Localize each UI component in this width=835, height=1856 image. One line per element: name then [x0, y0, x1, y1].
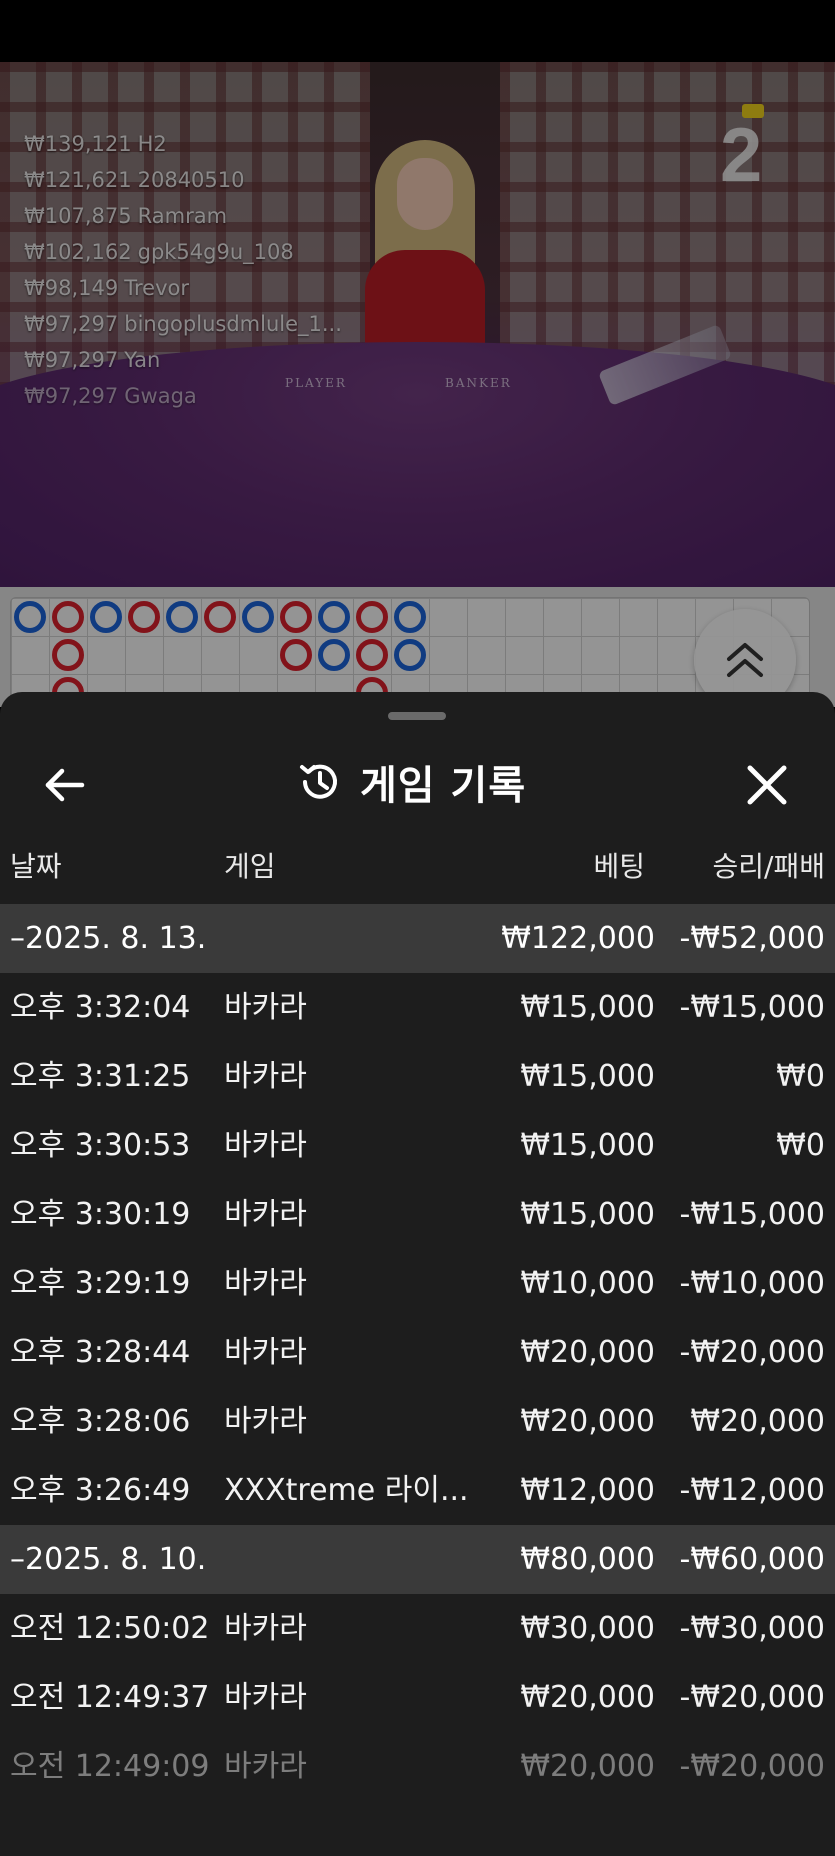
history-clock-icon	[300, 764, 337, 799]
sheet-title-group: 게임 기록	[296, 754, 526, 810]
column-header-win-loss: 승리/패배	[712, 850, 825, 883]
date-group-header[interactable]: –2025. 8. 10. ₩80,000 -₩60,000	[0, 1525, 835, 1594]
history-row[interactable]: 오후 3:29:19 바카라 ₩10,000 -₩10,000	[0, 1249, 835, 1318]
history-row[interactable]: 오후 3:28:06 바카라 ₩20,000 ₩20,000	[0, 1387, 835, 1456]
history-row[interactable]: 오후 3:31:25 바카라 ₩15,000 ₩0	[0, 1042, 835, 1111]
history-table: –2025. 8. 13. ₩122,000 -₩52,000 오후 3:32:…	[0, 904, 835, 1801]
history-row[interactable]: 오전 12:49:37 바카라 ₩20,000 -₩20,000	[0, 1663, 835, 1732]
history-row[interactable]: 오후 3:32:04 바카라 ₩15,000 -₩15,000	[0, 973, 835, 1042]
history-row[interactable]: 오전 12:50:02 바카라 ₩30,000 -₩30,000	[0, 1594, 835, 1663]
history-row[interactable]: 오후 3:30:19 바카라 ₩15,000 -₩15,000	[0, 1180, 835, 1249]
history-row[interactable]: 오후 3:30:53 바카라 ₩15,000 ₩0	[0, 1111, 835, 1180]
back-button[interactable]	[40, 760, 90, 810]
close-button[interactable]	[740, 758, 794, 812]
sheet-drag-handle[interactable]	[388, 712, 446, 720]
close-icon	[747, 765, 787, 805]
column-header-game: 게임	[224, 850, 276, 883]
date-group-header[interactable]: –2025. 8. 13. ₩122,000 -₩52,000	[0, 904, 835, 973]
arrow-left-icon	[45, 768, 85, 802]
column-header-bet: 베팅	[593, 850, 645, 883]
history-row[interactable]: 오후 3:28:44 바카라 ₩20,000 -₩20,000	[0, 1318, 835, 1387]
game-history-sheet: 게임 기록 날짜 게임 베팅 승리/패배 –2025. 8. 13. ₩122,…	[0, 692, 835, 1856]
column-header-date: 날짜	[10, 850, 62, 883]
history-row[interactable]: 오전 12:49:09 바카라 ₩20,000 -₩20,000	[0, 1732, 835, 1801]
sheet-title: 게임 기록	[360, 763, 527, 809]
sheet-header: 게임 기록	[0, 732, 835, 832]
history-row[interactable]: 오후 3:26:49 XXXtreme 라이... ₩12,000 -₩12,0…	[0, 1456, 835, 1525]
